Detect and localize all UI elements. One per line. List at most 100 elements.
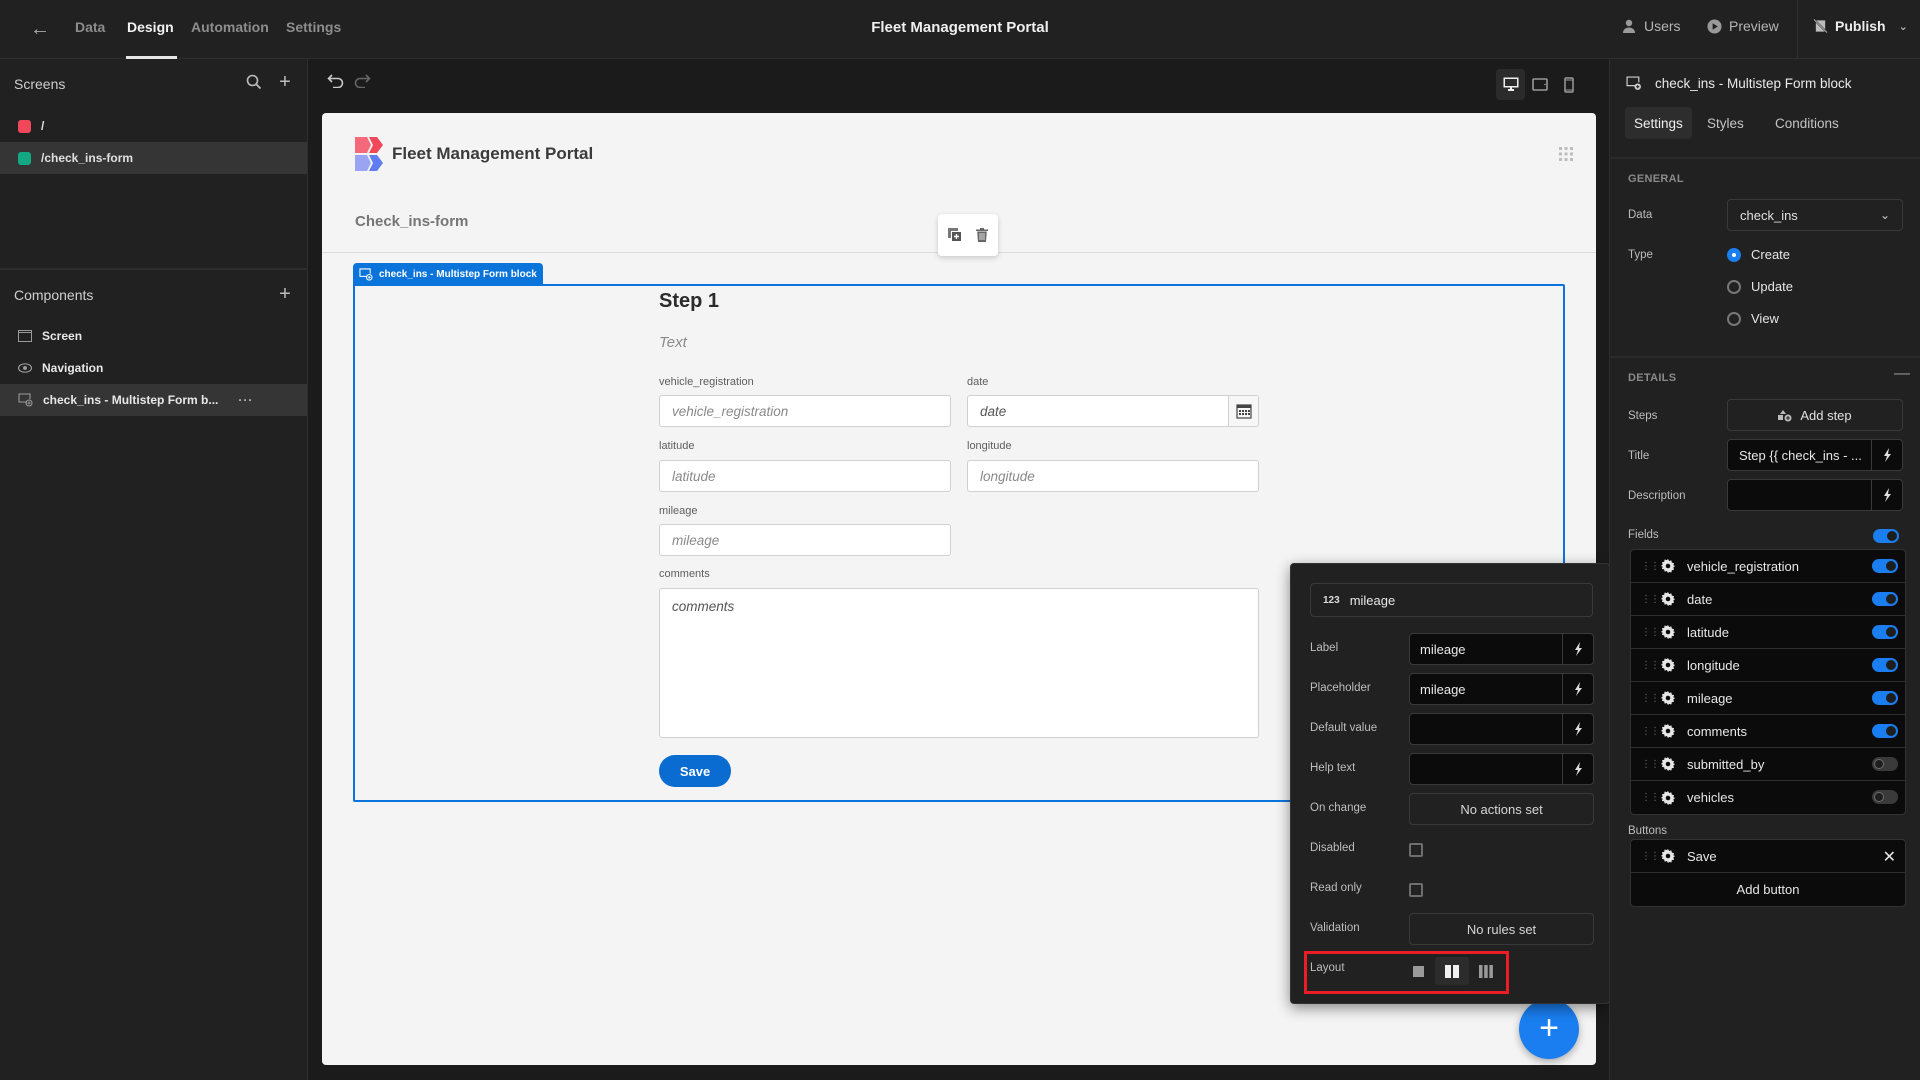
- mileage-input[interactable]: mileage: [659, 524, 951, 556]
- field-visibility-toggle[interactable]: [1872, 658, 1898, 672]
- type-radio-view[interactable]: View: [1727, 311, 1779, 326]
- selected-component-tag[interactable]: check_ins - Multistep Form block: [353, 263, 543, 286]
- drag-handle-icon[interactable]: ⋮⋮: [1641, 594, 1660, 605]
- preview-button[interactable]: Preview: [1707, 18, 1779, 34]
- gear-icon[interactable]: [1661, 625, 1675, 639]
- gear-icon[interactable]: [1661, 658, 1675, 672]
- calendar-icon[interactable]: [1228, 396, 1258, 426]
- publish-button[interactable]: Publish ⌄: [1813, 18, 1908, 34]
- field-row[interactable]: ⋮⋮ mileage: [1631, 682, 1905, 715]
- field-visibility-toggle[interactable]: [1872, 592, 1898, 606]
- tab-design[interactable]: Design: [127, 19, 174, 35]
- binding-bolt-icon[interactable]: [1871, 480, 1902, 510]
- binding-bolt-icon[interactable]: [1562, 754, 1593, 784]
- tab-settings[interactable]: Settings: [286, 19, 341, 35]
- field-row[interactable]: ⋮⋮ submitted_by: [1631, 748, 1905, 781]
- binding-bolt-icon[interactable]: [1562, 714, 1593, 744]
- back-arrow-icon[interactable]: ←: [28, 17, 52, 41]
- drag-handle-icon[interactable]: ⋮⋮: [1641, 726, 1660, 737]
- step-description-input[interactable]: [1727, 479, 1903, 511]
- add-screen-icon[interactable]: +: [275, 72, 295, 92]
- collapse-icon[interactable]: —: [1894, 365, 1910, 383]
- redo-icon[interactable]: [354, 72, 371, 93]
- tab-styles[interactable]: Styles: [1698, 107, 1753, 139]
- date-input[interactable]: date: [967, 395, 1259, 427]
- search-icon[interactable]: [244, 74, 264, 95]
- placeholder-setting-input[interactable]: mileage: [1409, 673, 1594, 705]
- drag-handle-icon[interactable]: ⋮⋮: [1641, 660, 1660, 671]
- add-component-icon[interactable]: +: [275, 284, 295, 304]
- tab-data[interactable]: Data: [75, 19, 105, 35]
- add-button-button[interactable]: Add button: [1631, 873, 1905, 906]
- component-item-screen[interactable]: Screen: [0, 320, 307, 352]
- field-visibility-toggle[interactable]: [1872, 790, 1898, 804]
- component-item-navigation[interactable]: Navigation: [0, 352, 307, 384]
- grid-menu-icon[interactable]: [1558, 146, 1574, 162]
- default-value-input[interactable]: [1409, 713, 1594, 745]
- drag-handle-icon[interactable]: ⋮⋮: [1641, 851, 1660, 862]
- validation-rules-button[interactable]: No rules set: [1409, 913, 1594, 945]
- type-radio-create[interactable]: Create: [1727, 247, 1790, 262]
- on-change-actions-button[interactable]: No actions set: [1409, 793, 1594, 825]
- desktop-view-button[interactable]: [1496, 69, 1525, 100]
- step-title-input[interactable]: Step {{ check_ins - ...: [1727, 439, 1903, 471]
- comments-textarea[interactable]: comments: [659, 588, 1259, 738]
- trash-icon[interactable]: [976, 228, 988, 242]
- tablet-view-button[interactable]: [1525, 69, 1554, 100]
- gear-icon[interactable]: [1661, 790, 1675, 805]
- layout-two-column-button[interactable]: [1435, 957, 1469, 985]
- drag-handle-icon[interactable]: ⋮⋮: [1641, 693, 1660, 704]
- screen-item[interactable]: /: [0, 110, 307, 142]
- disabled-checkbox[interactable]: [1409, 843, 1423, 857]
- binding-bolt-icon[interactable]: [1562, 634, 1593, 664]
- field-selector[interactable]: 123 mileage: [1310, 583, 1593, 617]
- latitude-input[interactable]: latitude: [659, 460, 951, 492]
- mobile-view-button[interactable]: [1554, 69, 1583, 100]
- type-radio-update[interactable]: Update: [1727, 279, 1793, 294]
- add-step-button[interactable]: Add step: [1727, 399, 1903, 431]
- binding-bolt-icon[interactable]: [1871, 440, 1902, 470]
- layout-single-column-button[interactable]: [1401, 957, 1435, 985]
- remove-button-icon[interactable]: ✕: [1883, 847, 1896, 867]
- field-row[interactable]: ⋮⋮ vehicle_registration: [1631, 550, 1905, 583]
- component-item-form-block[interactable]: check_ins - Multistep Form b... ···: [0, 384, 307, 416]
- read-only-checkbox[interactable]: [1409, 883, 1423, 897]
- layout-three-column-button[interactable]: [1469, 957, 1503, 985]
- duplicate-icon[interactable]: [948, 228, 962, 242]
- tab-settings-panel[interactable]: Settings: [1625, 107, 1692, 139]
- chevron-down-icon[interactable]: ⌄: [1899, 20, 1908, 33]
- gear-icon[interactable]: [1661, 757, 1675, 771]
- tab-automation[interactable]: Automation: [191, 19, 269, 35]
- drag-handle-icon[interactable]: ⋮⋮: [1641, 792, 1660, 803]
- field-row[interactable]: ⋮⋮ longitude: [1631, 649, 1905, 682]
- gear-icon[interactable]: [1661, 849, 1675, 863]
- data-source-select[interactable]: check_ins ⌄: [1727, 199, 1903, 231]
- gear-icon[interactable]: [1661, 724, 1675, 738]
- fields-master-toggle[interactable]: [1873, 529, 1899, 543]
- field-visibility-toggle[interactable]: [1872, 559, 1898, 573]
- more-options-icon[interactable]: ···: [238, 393, 253, 407]
- add-component-fab[interactable]: +: [1519, 999, 1579, 1059]
- drag-handle-icon[interactable]: ⋮⋮: [1641, 759, 1660, 770]
- button-row[interactable]: ⋮⋮ Save ✕: [1631, 840, 1905, 873]
- drag-handle-icon[interactable]: ⋮⋮: [1641, 561, 1660, 572]
- field-visibility-toggle[interactable]: [1872, 625, 1898, 639]
- gear-icon[interactable]: [1661, 592, 1675, 606]
- field-row[interactable]: ⋮⋮ latitude: [1631, 616, 1905, 649]
- gear-icon[interactable]: [1661, 559, 1675, 573]
- drag-handle-icon[interactable]: ⋮⋮: [1641, 627, 1660, 638]
- screen-item[interactable]: /check_ins-form: [0, 142, 307, 174]
- form-save-button[interactable]: Save: [659, 755, 731, 787]
- help-text-input[interactable]: [1409, 753, 1594, 785]
- binding-bolt-icon[interactable]: [1562, 674, 1593, 704]
- undo-icon[interactable]: [327, 72, 344, 93]
- field-row[interactable]: ⋮⋮ vehicles: [1631, 781, 1905, 814]
- users-button[interactable]: Users: [1621, 18, 1681, 34]
- gear-icon[interactable]: [1661, 691, 1675, 705]
- label-setting-input[interactable]: mileage: [1409, 633, 1594, 665]
- field-visibility-toggle[interactable]: [1872, 724, 1898, 738]
- tab-conditions[interactable]: Conditions: [1766, 107, 1848, 139]
- vehicle-registration-input[interactable]: vehicle_registration: [659, 395, 951, 427]
- field-visibility-toggle[interactable]: [1872, 757, 1898, 771]
- field-visibility-toggle[interactable]: [1872, 691, 1898, 705]
